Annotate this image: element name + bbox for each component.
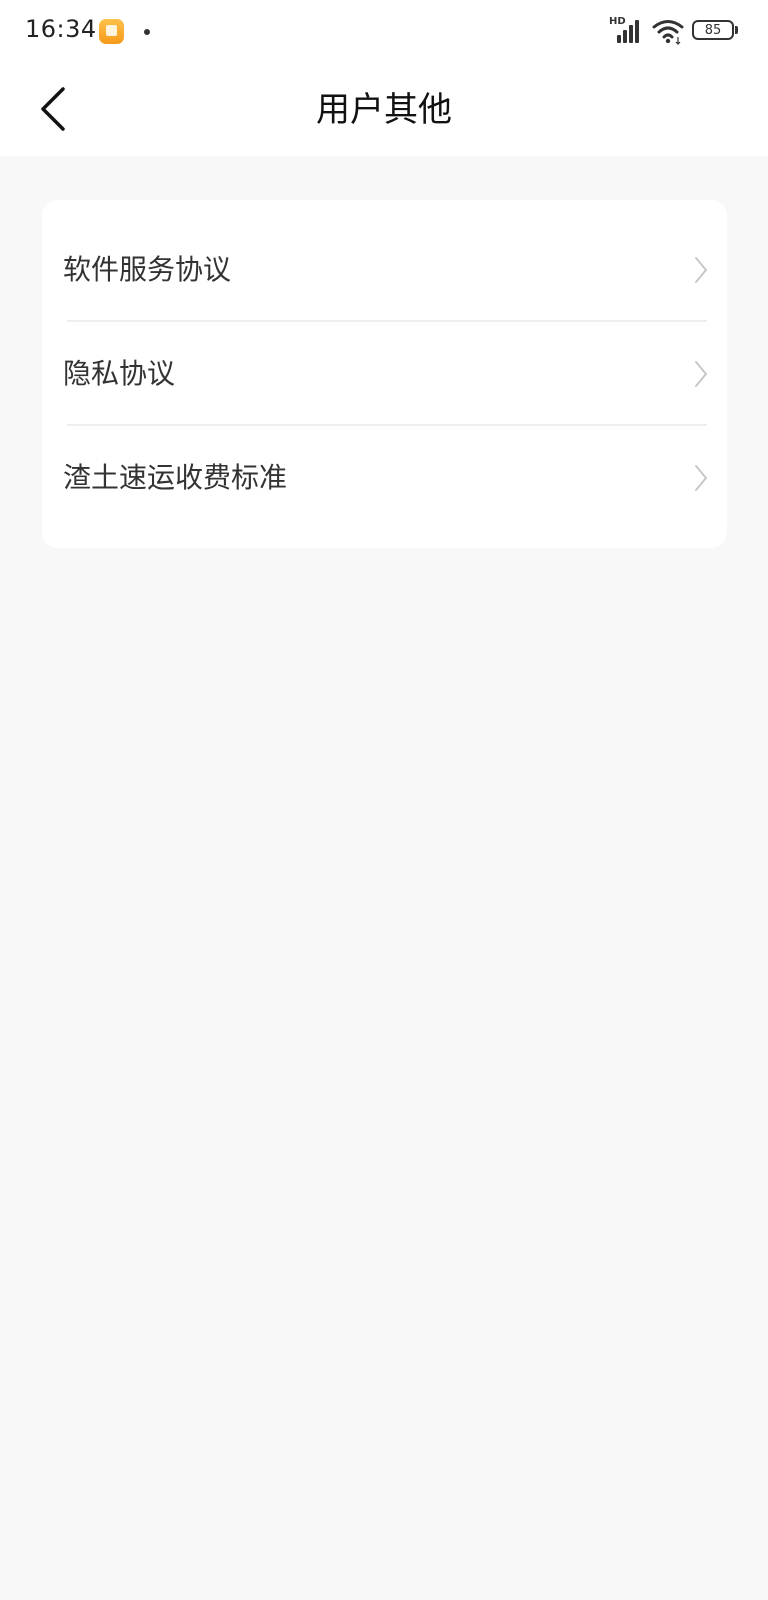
status-bar: 16:34 HD 85: [0, 0, 768, 64]
chevron-right-icon: [695, 465, 707, 491]
chevron-right-icon: [695, 257, 707, 283]
battery-tip: [735, 26, 738, 34]
network-type-label: HD: [609, 16, 626, 27]
menu-item-software-service-agreement[interactable]: 软件服务协议: [42, 218, 727, 322]
battery-icon: 85: [692, 20, 738, 42]
menu-item-label: 隐私协议: [63, 357, 176, 390]
menu-item-label: 软件服务协议: [63, 253, 232, 286]
menu-item-label: 渣土速运收费标准: [63, 461, 288, 494]
signal-bar: [623, 30, 627, 43]
menu-item-fee-standard[interactable]: 渣土速运收费标准: [42, 426, 727, 530]
battery-level: 85: [692, 20, 734, 40]
chevron-right-icon: [695, 361, 707, 387]
cellular-signal-icon: HD: [609, 17, 643, 43]
signal-bar: [617, 35, 621, 43]
menu-card: 软件服务协议 隐私协议 渣土速运收费标准: [42, 200, 727, 548]
menu-item-privacy-agreement[interactable]: 隐私协议: [42, 322, 727, 426]
signal-bar: [629, 25, 633, 43]
page-title: 用户其他: [316, 90, 452, 130]
app-header: 用户其他: [0, 64, 768, 156]
notification-app-icon: [99, 19, 124, 44]
status-time: 16:34: [25, 15, 97, 43]
notification-dot-icon: [144, 29, 150, 35]
wifi-icon: [652, 20, 684, 45]
signal-bar: [635, 20, 639, 43]
